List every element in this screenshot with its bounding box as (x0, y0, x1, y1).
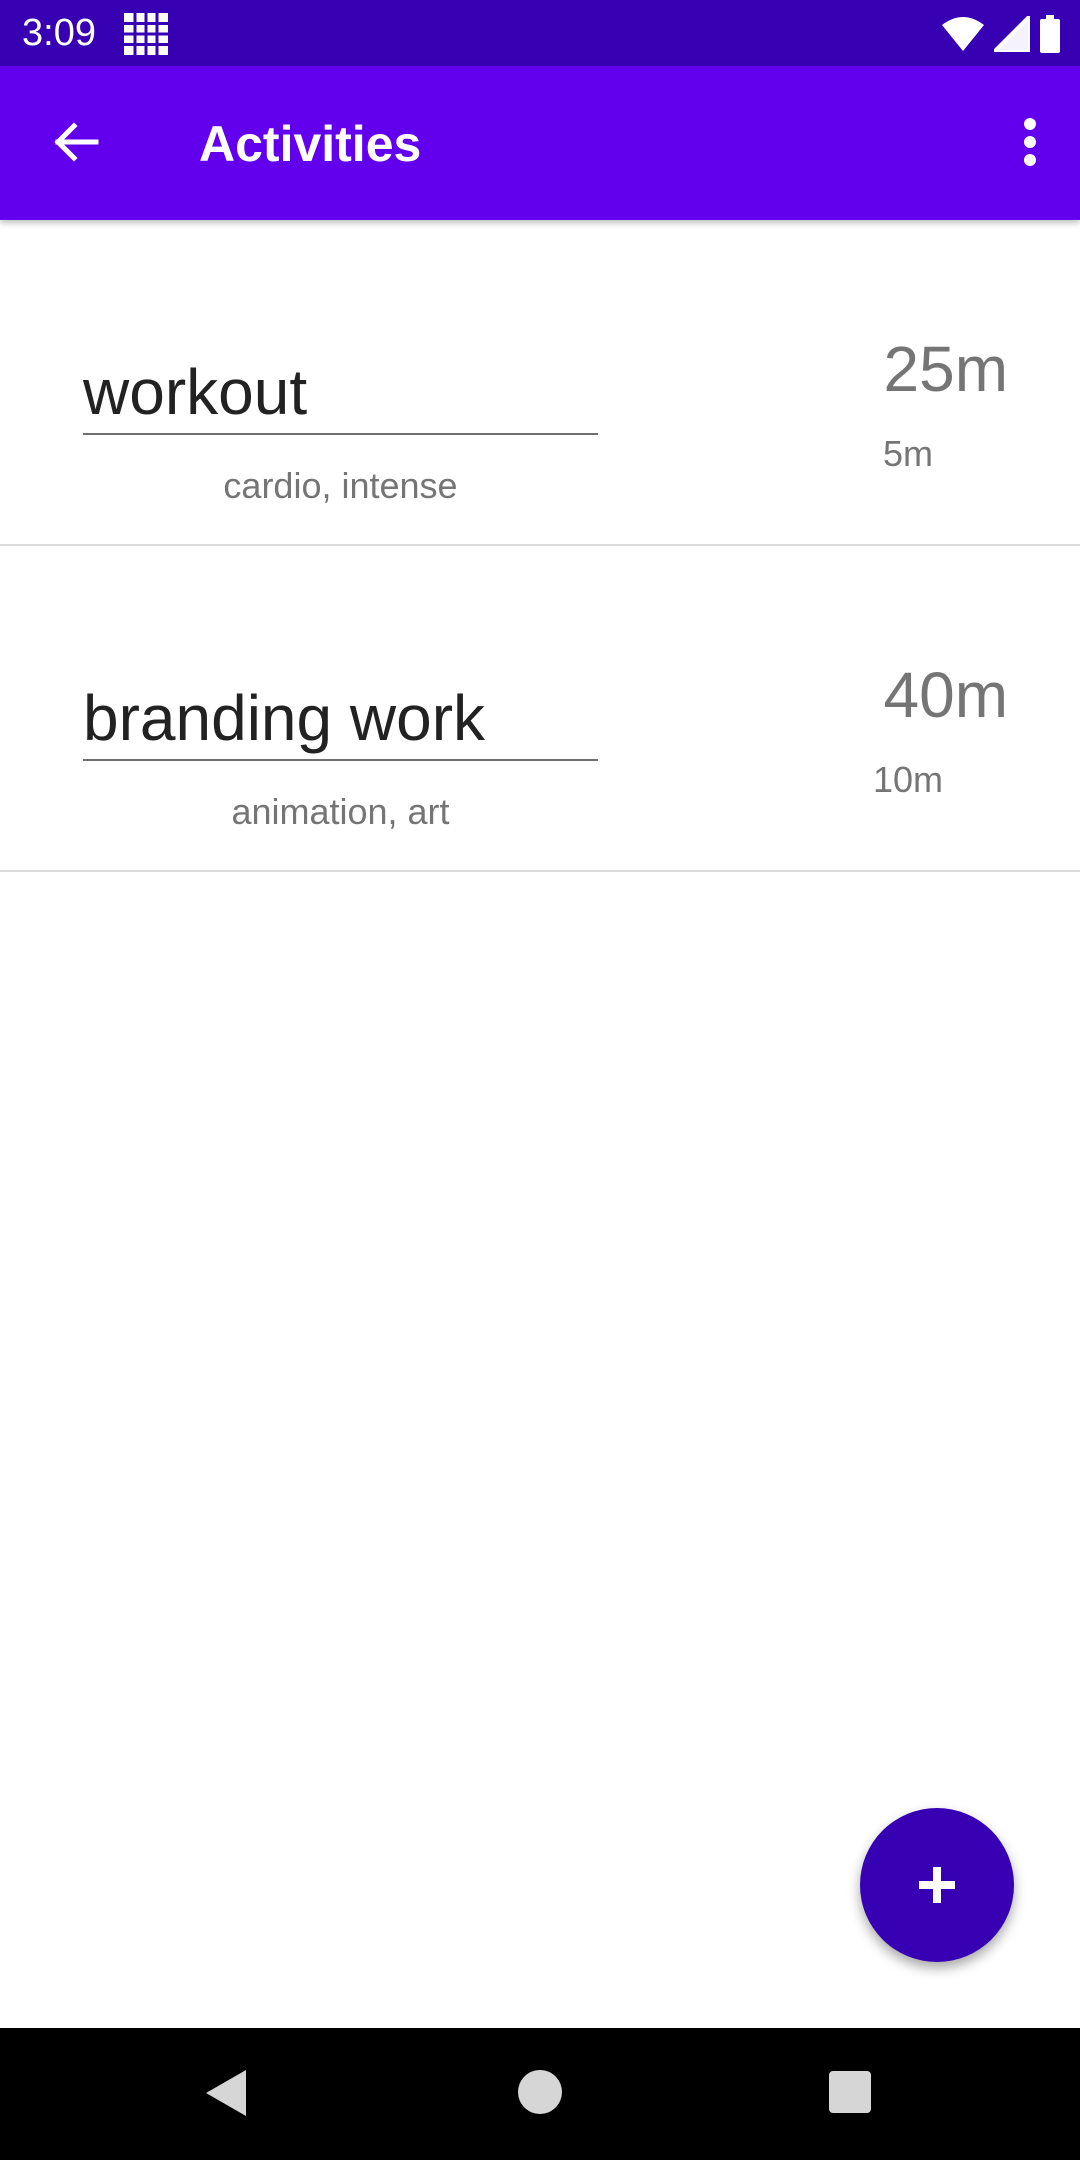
signal-icon (994, 16, 1030, 52)
overflow-menu-button[interactable] (1000, 110, 1060, 174)
app-bar (0, 66, 1080, 220)
activity-total-time: 40m (883, 659, 1009, 731)
nav-home-icon[interactable] (518, 2070, 562, 2114)
page-title: Activities (199, 116, 422, 172)
plus-icon (919, 1867, 955, 1903)
more-vert-icon (1024, 118, 1036, 166)
nav-recents-icon[interactable] (829, 2071, 871, 2113)
activity-sub-time: 5m (882, 433, 933, 474)
battery-icon (1040, 15, 1060, 53)
activity-name-field[interactable] (83, 646, 598, 761)
activity-total-time: 25m (883, 333, 1009, 405)
activity-tags: cardio, intense (223, 465, 458, 506)
list-item[interactable]: animation, art 40m 10m (0, 546, 1080, 872)
navigation-bar (0, 2028, 1080, 2160)
activity-list: cardio, intense 25m 5m animation, art 40… (0, 220, 1080, 872)
app-grid-icon (124, 13, 168, 55)
activity-sub-time: 10m (872, 759, 944, 800)
activity-tags: animation, art (231, 791, 450, 832)
list-item[interactable]: cardio, intense 25m 5m (0, 220, 1080, 546)
nav-back-icon[interactable] (200, 2066, 254, 2120)
status-time: 3:09 (22, 12, 96, 54)
wifi-icon (942, 17, 984, 51)
status-icons (942, 13, 1060, 55)
activities-screen: 3:09 Activities workout cardio, intense … (0, 0, 1080, 2160)
status-bar: 3:09 (0, 0, 1080, 66)
arrow-back-icon (54, 122, 99, 162)
back-button[interactable] (44, 110, 108, 174)
activity-name-field[interactable] (83, 320, 598, 435)
add-activity-button[interactable] (860, 1808, 1014, 1962)
